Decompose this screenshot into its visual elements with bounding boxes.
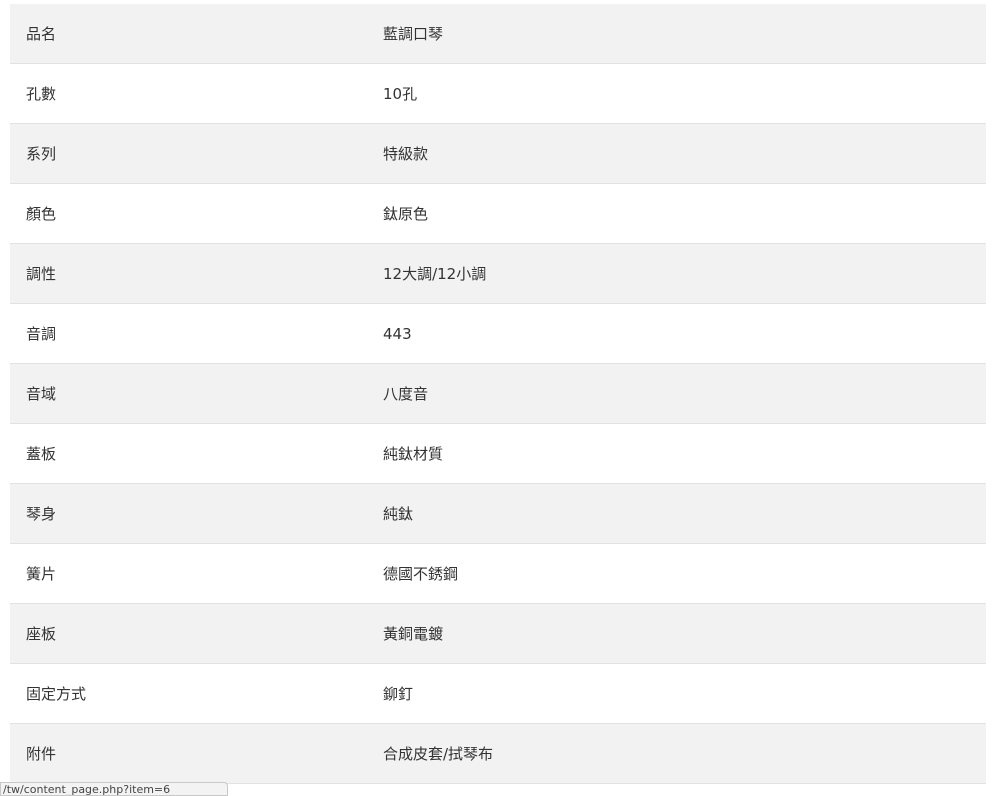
- spec-row-range: 音域 八度音: [10, 364, 986, 424]
- spec-value: 鉚釘: [383, 685, 414, 703]
- spec-label: 品名: [26, 25, 57, 43]
- spec-row-name: 品名 藍調口琴: [10, 4, 986, 64]
- spec-row-reed-plate: 座板 黃銅電鍍: [10, 604, 986, 664]
- spec-value: 純鈦材質: [383, 445, 444, 463]
- spec-value: 合成皮套/拭琴布: [383, 745, 494, 763]
- spec-label: 琴身: [26, 505, 57, 523]
- spec-value: 鈦原色: [383, 205, 429, 223]
- spec-label: 座板: [26, 625, 57, 643]
- spec-value: 12大調/12小調: [383, 265, 487, 283]
- spec-row-holes: 孔數 10孔: [10, 64, 986, 124]
- spec-label: 簧片: [26, 565, 57, 583]
- spec-label: 蓋板: [26, 445, 57, 463]
- spec-row-color: 顏色 鈦原色: [10, 184, 986, 244]
- spec-value: 藍調口琴: [383, 25, 444, 43]
- spec-row-accessories: 附件 合成皮套/拭琴布: [10, 724, 986, 784]
- spec-row-series: 系列 特級款: [10, 124, 986, 184]
- spec-row-key: 調性 12大調/12小調: [10, 244, 986, 304]
- spec-label: 音域: [26, 385, 57, 403]
- spec-row-fastening: 固定方式 鉚釘: [10, 664, 986, 724]
- spec-value: 黃銅電鍍: [383, 625, 444, 643]
- spec-row-body: 琴身 純鈦: [10, 484, 986, 544]
- spec-value: 443: [383, 324, 412, 343]
- spec-row-reeds: 簧片 德國不銹鋼: [10, 544, 986, 604]
- spec-value: 10孔: [383, 85, 418, 103]
- spec-label: 孔數: [26, 85, 57, 103]
- spec-row-cover-plate: 蓋板 純鈦材質: [10, 424, 986, 484]
- spec-label: 調性: [26, 265, 57, 283]
- spec-label: 音調: [26, 325, 57, 343]
- spec-label: 系列: [26, 145, 57, 163]
- spec-value: 特級款: [383, 145, 429, 163]
- spec-label: 顏色: [26, 205, 57, 223]
- spec-label: 附件: [26, 745, 57, 763]
- spec-value: 純鈦: [383, 505, 414, 523]
- spec-value: 德國不銹鋼: [383, 565, 459, 583]
- spec-label: 固定方式: [26, 685, 87, 703]
- spec-row-tuning: 音調 443: [10, 304, 986, 364]
- spec-table: 品名 藍調口琴 孔數 10孔 系列 特級款 顏色 鈦原色 調性 12大調/12小…: [10, 4, 986, 784]
- spec-value: 八度音: [383, 385, 429, 403]
